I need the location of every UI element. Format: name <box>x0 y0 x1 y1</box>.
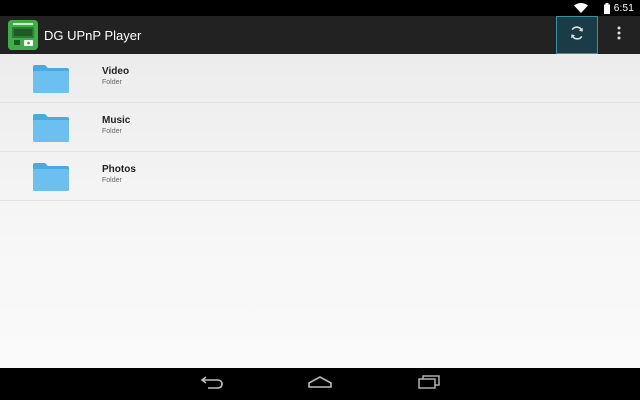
battery-icon <box>603 2 610 14</box>
refresh-button[interactable] <box>556 16 598 54</box>
refresh-icon <box>569 25 585 46</box>
action-bar: DG UPnP Player <box>0 16 640 54</box>
home-icon <box>307 375 333 394</box>
list-item-subtitle: Folder <box>102 128 122 135</box>
app-title: DG UPnP Player <box>44 27 142 43</box>
list-item-photos[interactable]: Photos Folder <box>0 152 640 201</box>
list-item-music[interactable]: Music Folder <box>0 103 640 152</box>
list-item-video[interactable]: Video Folder <box>0 54 640 103</box>
status-clock: 6:51 <box>613 2 634 14</box>
status-bar: 6:51 <box>0 0 640 16</box>
recents-button[interactable] <box>414 374 444 394</box>
navigation-bar <box>0 368 640 400</box>
screen: 6:51 DG UPnP Player Video Folder Music F… <box>0 0 640 400</box>
list-item-subtitle: Folder <box>102 177 122 184</box>
folder-icon <box>33 114 69 142</box>
list-item-title: Photos <box>102 164 136 175</box>
folder-list: Video Folder Music Folder Photos Folder <box>0 54 640 368</box>
overflow-menu-button[interactable] <box>598 16 640 54</box>
wifi-icon <box>573 3 588 13</box>
app-logo-icon[interactable] <box>8 20 38 50</box>
back-icon <box>200 375 224 394</box>
folder-icon <box>33 163 69 191</box>
list-item-subtitle: Folder <box>102 79 122 86</box>
list-item-title: Music <box>102 115 131 126</box>
overflow-menu-icon <box>617 26 621 45</box>
folder-icon <box>33 65 69 93</box>
back-button[interactable] <box>197 374 227 394</box>
list-item-title: Video <box>102 66 130 77</box>
home-button[interactable] <box>305 374 335 394</box>
recents-icon <box>417 374 441 394</box>
